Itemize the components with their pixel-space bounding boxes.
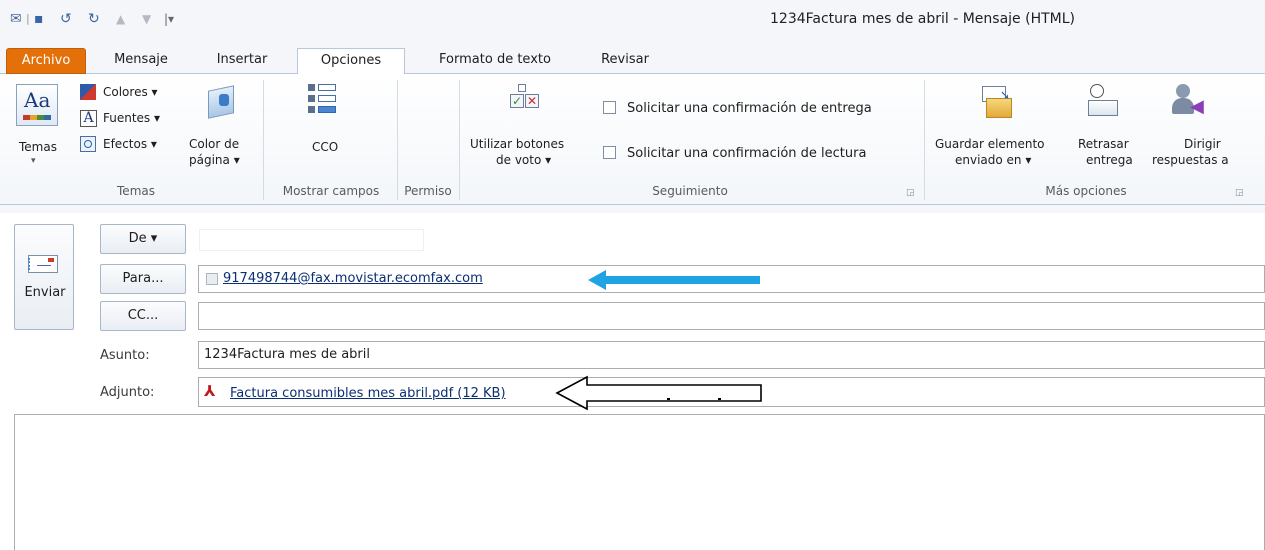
app-icon[interactable]: ✉ bbox=[10, 10, 22, 28]
compose-header-gap bbox=[0, 205, 1265, 213]
tab-opciones[interactable]: Opciones bbox=[297, 48, 405, 75]
direct-replies-icon: ◀ bbox=[1170, 82, 1210, 122]
attachment-label: Adjunto: bbox=[100, 385, 155, 400]
save-sent-item-button[interactable]: Guardar elemento bbox=[935, 137, 1045, 151]
group-separator bbox=[924, 80, 925, 200]
page-color-icon bbox=[204, 84, 238, 120]
delay-delivery-button[interactable]: Retrasar bbox=[1078, 137, 1129, 151]
fonts-button[interactable]: Fuentes ▾ bbox=[103, 111, 160, 125]
page-color-button-line2[interactable]: página ▾ bbox=[189, 153, 240, 167]
page-color-button[interactable]: Color de bbox=[189, 137, 239, 151]
group-label-temas: Temas bbox=[117, 184, 155, 198]
to-button[interactable]: Para... bbox=[100, 264, 186, 294]
send-envelope-icon bbox=[28, 255, 58, 273]
pdf-icon: ⅄ bbox=[204, 382, 216, 400]
voting-buttons-button[interactable]: Utilizar botones bbox=[470, 137, 564, 151]
delay-delivery-button-line2[interactable]: entrega bbox=[1086, 153, 1133, 167]
delivery-receipt-checkbox[interactable] bbox=[603, 101, 616, 114]
themes-icon: Aa bbox=[16, 84, 58, 126]
read-receipt-label: Solicitar una confirmación de lectura bbox=[627, 146, 867, 161]
bcc-icon bbox=[306, 82, 340, 122]
tab-archivo[interactable]: Archivo bbox=[6, 48, 86, 74]
group-label-mostrar-campos: Mostrar campos bbox=[282, 184, 380, 198]
themes-button[interactable]: Temas bbox=[19, 140, 57, 154]
direct-replies-button-line2[interactable]: respuestas a bbox=[1152, 153, 1229, 167]
group-separator bbox=[397, 80, 398, 200]
direct-replies-button[interactable]: Dirigir bbox=[1184, 137, 1221, 151]
outline-arrow-annotation bbox=[555, 375, 762, 411]
themes-dropdown-arrow[interactable]: ▾ bbox=[31, 156, 36, 166]
subject-field[interactable]: 1234Factura mes de abril bbox=[198, 341, 1265, 369]
colors-button[interactable]: Colores ▾ bbox=[103, 85, 158, 99]
undo-icon[interactable]: ↺ bbox=[60, 10, 72, 28]
from-field[interactable] bbox=[199, 229, 424, 251]
to-recipient[interactable]: 917498744@fax.movistar.ecomfax.com bbox=[223, 271, 483, 286]
customize-toolbar-icon[interactable]: |▾ bbox=[164, 10, 174, 28]
recipient-status-icon bbox=[206, 273, 218, 285]
attachment-link[interactable]: Factura consumibles mes abril.pdf (12 KB… bbox=[230, 386, 506, 401]
bcc-button[interactable]: CCO bbox=[312, 140, 338, 154]
message-body-editor[interactable] bbox=[14, 414, 1265, 550]
annotation-dot bbox=[718, 398, 721, 400]
save-sent-item-button-line2[interactable]: enviado en ▾ bbox=[955, 153, 1031, 167]
tab-revisar[interactable]: Revisar bbox=[585, 48, 665, 74]
seguimiento-dialog-launcher-icon[interactable]: ◲ bbox=[906, 188, 915, 198]
redo-icon[interactable]: ↻ bbox=[88, 10, 100, 28]
tab-insertar[interactable]: Insertar bbox=[200, 48, 284, 74]
group-label-permiso: Permiso bbox=[404, 184, 452, 198]
mas-opciones-dialog-launcher-icon[interactable]: ◲ bbox=[1235, 188, 1244, 198]
title-bar: ✉ | ▪ ↺ ↻ ▲ ▼ |▾ 1234Factura mes de abri… bbox=[0, 0, 1265, 40]
save-icon[interactable]: ▪ bbox=[34, 10, 44, 28]
previous-item-icon[interactable]: ▲ bbox=[116, 10, 125, 28]
tab-formato-texto[interactable]: Formato de texto bbox=[420, 48, 570, 74]
voting-buttons-icon: ✓ ✕ bbox=[508, 84, 544, 120]
colors-icon bbox=[80, 84, 96, 100]
next-item-icon[interactable]: ▼ bbox=[142, 10, 151, 28]
voting-buttons-button-line2[interactable]: de voto ▾ bbox=[496, 153, 551, 167]
send-button[interactable]: Enviar bbox=[14, 224, 74, 330]
blue-arrow-annotation bbox=[588, 270, 760, 290]
delay-delivery-icon bbox=[1086, 82, 1122, 122]
group-label-seguimiento: Seguimiento bbox=[652, 184, 728, 198]
subject-label: Asunto: bbox=[100, 348, 150, 363]
delivery-receipt-label: Solicitar una confirmación de entrega bbox=[627, 101, 872, 116]
group-separator bbox=[263, 80, 264, 200]
save-sent-item-icon: ➘ bbox=[980, 82, 1016, 122]
fonts-icon: A bbox=[80, 110, 97, 127]
cc-button[interactable]: CC... bbox=[100, 301, 186, 331]
effects-button[interactable]: Efectos ▾ bbox=[103, 137, 157, 151]
group-separator bbox=[459, 80, 460, 200]
send-label: Enviar bbox=[24, 285, 66, 300]
read-receipt-checkbox[interactable] bbox=[603, 146, 616, 159]
ribbon-tabs: Archivo Mensaje Insertar Opciones Format… bbox=[0, 40, 1265, 75]
tab-mensaje[interactable]: Mensaje bbox=[98, 48, 184, 74]
cc-field[interactable] bbox=[198, 302, 1265, 330]
from-button[interactable]: De ▾ bbox=[100, 224, 186, 254]
group-label-mas-opciones: Más opciones bbox=[1045, 184, 1127, 198]
annotation-dot bbox=[667, 398, 670, 400]
ribbon: Aa Temas ▾ Colores ▾ A Fuentes ▾ Efectos… bbox=[0, 74, 1265, 205]
window-title: 1234Factura mes de abril - Mensaje (HTML… bbox=[770, 11, 1075, 27]
effects-icon bbox=[80, 136, 96, 152]
separator: | bbox=[26, 12, 30, 25]
